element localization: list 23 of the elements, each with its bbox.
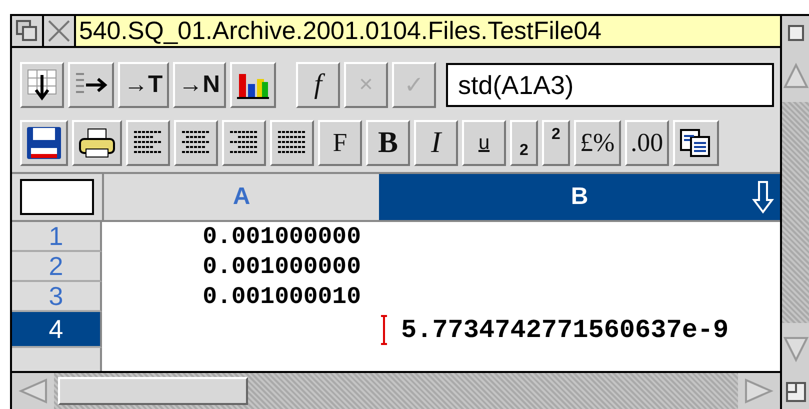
- row-header[interactable]: 1: [12, 222, 102, 252]
- toolbar-button[interactable]: 2: [510, 120, 538, 166]
- table-cell: 0.001000000: [202, 224, 361, 250]
- toolbar-button[interactable]: →N: [172, 62, 226, 108]
- toolbar-button[interactable]: F: [318, 120, 362, 166]
- table-cell: 0.001000010: [202, 284, 361, 310]
- table-cell: 5.7734742771560637e-9: [401, 315, 729, 345]
- toolbar-button[interactable]: £%: [574, 120, 621, 166]
- table-cell: 0.001000000: [202, 254, 361, 280]
- row-header[interactable]: 4: [12, 312, 102, 348]
- column-header[interactable]: A: [104, 174, 379, 220]
- toolbar-button[interactable]: →T: [118, 62, 169, 108]
- toolbar-button[interactable]: .00: [624, 120, 670, 166]
- formula-field[interactable]: std(A1A3): [446, 63, 774, 107]
- toolbar-button[interactable]: B: [366, 120, 410, 166]
- toolbar-button[interactable]: f: [296, 62, 340, 108]
- row-header[interactable]: 3: [12, 282, 102, 312]
- toolbar-button[interactable]: u: [462, 120, 506, 166]
- toolbar-button[interactable]: 2: [542, 120, 570, 166]
- window-title: 540.SQ_01.Archive.2001.0104.Files.TestFile04: [76, 16, 780, 46]
- column-header[interactable]: B: [379, 174, 780, 220]
- toolbar-button[interactable]: I: [414, 120, 458, 166]
- row-header[interactable]: 2: [12, 252, 102, 282]
